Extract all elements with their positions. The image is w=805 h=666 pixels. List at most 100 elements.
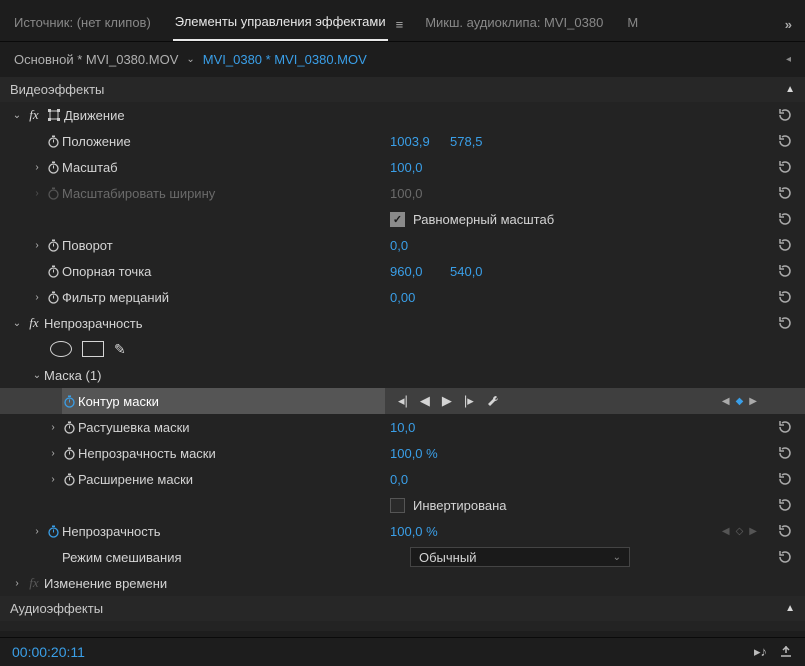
reset-icon[interactable] xyxy=(777,211,793,227)
inverted-checkbox[interactable] xyxy=(390,498,405,513)
stopwatch-icon[interactable] xyxy=(44,239,62,252)
blend-mode-dropdown[interactable]: Обычный ⌄ xyxy=(410,547,630,567)
timeline-toggle-icon[interactable]: ◂ xyxy=(786,54,791,65)
reset-icon[interactable] xyxy=(777,107,793,123)
stopwatch-icon[interactable] xyxy=(60,447,78,460)
next-keyframe-icon[interactable]: ▶ xyxy=(749,526,757,537)
value[interactable]: 100,0 % xyxy=(390,446,438,461)
caret-down-icon[interactable]: ⌄ xyxy=(10,110,24,121)
prop-flicker: › Фильтр мерцаний 0,00 xyxy=(0,284,805,310)
value[interactable]: 0,00 xyxy=(390,290,415,305)
stopwatch-icon[interactable] xyxy=(44,265,62,278)
reset-icon[interactable] xyxy=(777,549,793,565)
prop-anchor: Опорная точка 960,0 540,0 xyxy=(0,258,805,284)
effect-time-remap[interactable]: › fx Изменение времени xyxy=(0,570,805,596)
export-icon[interactable] xyxy=(779,644,793,660)
track-forward-icon[interactable]: ▶ xyxy=(442,393,452,409)
add-keyframe-icon[interactable]: ◇ xyxy=(736,526,744,537)
tab-audio-mixer[interactable]: Микш. аудиоклипа: MVI_0380 xyxy=(423,9,605,40)
value[interactable]: 0,0 xyxy=(390,472,408,487)
stopwatch-icon[interactable] xyxy=(60,473,78,486)
tab-source[interactable]: Источник: (нет клипов) xyxy=(12,9,153,40)
reset-icon[interactable] xyxy=(777,263,793,279)
stopwatch-icon[interactable] xyxy=(60,421,78,434)
checkbox-label: Равномерный масштаб xyxy=(413,212,554,227)
value-y[interactable]: 540,0 xyxy=(450,264,483,279)
next-keyframe-icon[interactable]: ▶ xyxy=(749,396,757,407)
caret-right-icon[interactable]: › xyxy=(46,474,60,485)
overflow-icon[interactable]: » xyxy=(785,17,793,32)
value-y[interactable]: 578,5 xyxy=(450,134,483,149)
fx-badge-icon[interactable]: fx xyxy=(24,575,44,591)
prev-keyframe-icon[interactable]: ◀ xyxy=(722,526,730,537)
panel-menu-icon[interactable]: ≡ xyxy=(396,17,404,32)
add-keyframe-icon[interactable]: ◆ xyxy=(736,396,744,407)
effect-motion[interactable]: ⌄ fx Движение xyxy=(0,102,805,128)
fx-badge-icon[interactable]: fx xyxy=(24,315,44,331)
collapse-icon[interactable]: ▲ xyxy=(785,603,795,614)
caret-right-icon[interactable]: › xyxy=(30,162,44,173)
stopwatch-icon[interactable] xyxy=(44,135,62,148)
prop-mask-path[interactable]: Контур маски ◂| ◀ ▶ |▸ ◀ ◆ ▶ xyxy=(0,388,805,414)
breadcrumb-master[interactable]: Основной * MVI_0380.MOV xyxy=(14,52,178,67)
tab-extra[interactable]: М xyxy=(625,9,640,40)
effect-opacity[interactable]: ⌄ fx Непрозрачность xyxy=(0,310,805,336)
reset-icon[interactable] xyxy=(777,523,793,539)
caret-right-icon[interactable]: › xyxy=(30,240,44,251)
mask-pen-icon[interactable]: ✎ xyxy=(114,341,126,358)
reset-icon[interactable] xyxy=(777,133,793,149)
stopwatch-icon xyxy=(44,187,62,200)
track-forward-one-icon[interactable]: |▸ xyxy=(464,393,474,409)
value-x[interactable]: 1003,9 xyxy=(390,134,430,149)
mask-rect-icon[interactable] xyxy=(82,341,104,357)
panel-tabs: Источник: (нет клипов) Элементы управлен… xyxy=(0,0,805,42)
uniform-scale-checkbox[interactable] xyxy=(390,212,405,227)
tab-effect-controls[interactable]: Элементы управления эффектами xyxy=(173,8,388,41)
prop-blend-mode: Режим смешивания Обычный ⌄ xyxy=(0,544,805,570)
playhead-icon[interactable]: ▸♪ xyxy=(754,644,767,660)
track-backward-icon[interactable]: ◀ xyxy=(420,393,430,409)
dropdown-value: Обычный xyxy=(419,550,476,565)
section-video-effects[interactable]: Видеоэффекты ▲ xyxy=(0,77,805,102)
reset-icon[interactable] xyxy=(777,471,793,487)
caret-down-icon[interactable]: ⌄ xyxy=(10,318,24,329)
value[interactable]: 0,0 xyxy=(390,238,408,253)
collapse-icon[interactable]: ▲ xyxy=(785,84,795,95)
value[interactable]: 100,0 xyxy=(390,160,423,175)
prop-opacity: › Непрозрачность 100,0 % ◀ ◇ ▶ xyxy=(0,518,805,544)
transform-icon[interactable] xyxy=(44,108,64,122)
stopwatch-icon[interactable] xyxy=(44,161,62,174)
section-audio-effects[interactable]: Аудиоэффекты ▲ xyxy=(0,596,805,621)
caret-right-icon[interactable]: › xyxy=(30,526,44,537)
caret-right-icon[interactable]: › xyxy=(10,578,24,589)
reset-icon[interactable] xyxy=(777,237,793,253)
caret-down-icon[interactable]: ⌄ xyxy=(30,370,44,381)
caret-right-icon[interactable]: › xyxy=(46,422,60,433)
reset-icon[interactable] xyxy=(777,159,793,175)
value-x[interactable]: 960,0 xyxy=(390,264,423,279)
mask-ellipse-icon[interactable] xyxy=(50,341,72,357)
reset-icon[interactable] xyxy=(777,497,793,513)
track-back-one-icon[interactable]: ◂| xyxy=(398,393,408,409)
reset-icon[interactable] xyxy=(777,185,793,201)
prev-keyframe-icon[interactable]: ◀ xyxy=(722,396,730,407)
caret-right-icon[interactable]: › xyxy=(46,448,60,459)
caret-right-icon[interactable]: › xyxy=(30,292,44,303)
wrench-icon[interactable] xyxy=(486,394,500,408)
reset-icon[interactable] xyxy=(777,315,793,331)
value[interactable]: 100,0 % xyxy=(390,524,438,539)
fx-badge-icon[interactable]: fx xyxy=(24,107,44,123)
stopwatch-active-icon[interactable] xyxy=(44,525,62,538)
breadcrumb-clip[interactable]: MVI_0380 * MVI_0380.MOV xyxy=(203,52,367,67)
value: 100,0 xyxy=(390,186,423,201)
reset-icon[interactable] xyxy=(777,289,793,305)
timecode[interactable]: 00:00:20:11 xyxy=(12,644,85,660)
prop-mask-feather: › Растушевка маски 10,0 xyxy=(0,414,805,440)
value[interactable]: 10,0 xyxy=(390,420,415,435)
mask-group[interactable]: ⌄ Маска (1) xyxy=(0,362,805,388)
reset-icon[interactable] xyxy=(777,419,793,435)
stopwatch-active-icon[interactable] xyxy=(60,395,78,408)
stopwatch-icon[interactable] xyxy=(44,291,62,304)
chevron-down-icon[interactable]: ⌄ xyxy=(186,54,194,65)
reset-icon[interactable] xyxy=(777,445,793,461)
